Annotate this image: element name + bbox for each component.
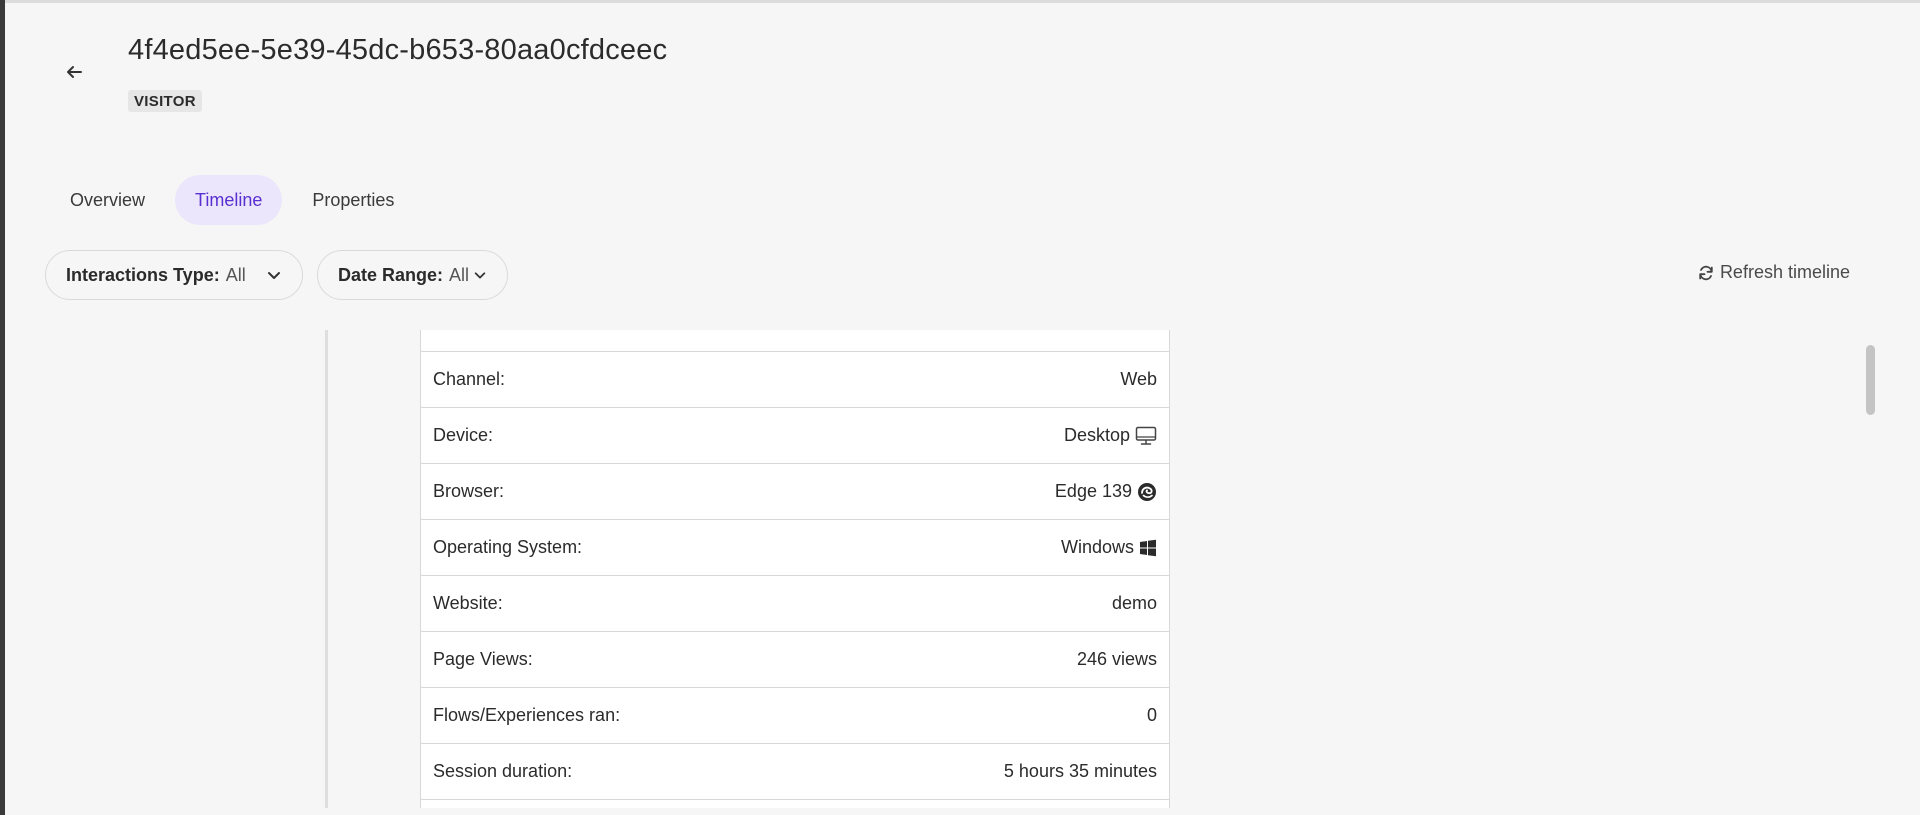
date-range-label: Date Range: (338, 264, 444, 285)
detail-value: Desktop (1064, 425, 1157, 446)
detail-row-os: Operating System: Windows (421, 519, 1169, 575)
window-top-border (0, 0, 1920, 3)
windows-icon (1140, 539, 1156, 556)
desktop-icon (1135, 426, 1157, 445)
device-value: Desktop (1063, 425, 1130, 445)
visitor-badge: VISITOR (128, 90, 202, 112)
page-views-value: 246 views (1076, 649, 1157, 669)
window-left-border (0, 0, 5, 815)
vertical-scrollbar[interactable] (1866, 345, 1875, 415)
refresh-icon (1699, 265, 1713, 280)
detail-row-device: Device: Desktop (421, 407, 1169, 463)
detail-label: Session duration: (433, 761, 573, 781)
detail-label: Device: (433, 425, 494, 445)
detail-value: 5 hours 35 minutes (1004, 761, 1157, 782)
detail-value: Windows (1061, 537, 1157, 558)
arrow-left-icon (67, 66, 82, 78)
detail-label: Page Views: (433, 649, 533, 669)
detail-label: Operating System: (433, 537, 583, 557)
detail-row-flows: Flows/Experiences ran: 0 (421, 687, 1169, 743)
detail-label: Browser: (433, 481, 505, 501)
chevron-down-icon (267, 272, 280, 279)
detail-value: demo (1112, 593, 1157, 614)
refresh-timeline-button[interactable]: Refresh timeline (1698, 262, 1850, 283)
session-duration-value: 5 hours 35 minutes (1003, 761, 1157, 781)
tab-bar: Overview Timeline Properties (50, 175, 414, 225)
interactions-type-filter[interactable]: Interactions Type: All (45, 250, 303, 300)
detail-row-channel: Channel: Web (421, 351, 1169, 407)
back-button[interactable] (56, 54, 92, 90)
detail-label: Flows/Experiences ran: (433, 705, 621, 725)
detail-value: 246 views (1077, 649, 1157, 670)
interactions-type-value: All (225, 264, 246, 285)
flows-value: 0 (1146, 705, 1157, 725)
interactions-type-label: Interactions Type: (66, 264, 220, 285)
date-range-value: All (449, 264, 470, 285)
detail-value: Edge 139 (1055, 481, 1157, 502)
detail-value: Web (1120, 369, 1157, 390)
detail-row-page-views: Page Views: 246 views (421, 631, 1169, 687)
channel-value: Web (1120, 369, 1157, 389)
edge-browser-icon (1138, 482, 1156, 501)
browser-value: Edge 139 (1054, 481, 1132, 501)
detail-row-browser: Browser: Edge 139 (421, 463, 1169, 519)
detail-row-session-duration: Session duration: 5 hours 35 minutes (421, 743, 1169, 799)
detail-value: 0 (1147, 705, 1157, 726)
tab-overview[interactable]: Overview (50, 175, 165, 225)
tab-timeline[interactable]: Timeline (175, 175, 283, 225)
page-title: 4f4ed5ee-5e39-45dc-b653-80aa0cfdceec (128, 34, 668, 66)
tab-properties[interactable]: Properties (292, 175, 414, 225)
refresh-timeline-label: Refresh timeline (1719, 262, 1850, 282)
timeline-line (325, 330, 328, 808)
date-range-filter[interactable]: Date Range: All (317, 250, 509, 300)
chevron-down-icon (474, 272, 486, 279)
session-details-card: Channel: Web Device: Desktop Browser: Ed… (420, 330, 1170, 808)
detail-row-next (421, 799, 1169, 808)
os-value: Windows (1060, 537, 1134, 557)
detail-row-website: Website: demo (421, 575, 1169, 631)
website-value: demo (1111, 593, 1157, 613)
detail-label: Channel: (433, 369, 506, 389)
detail-label: Website: (433, 593, 503, 613)
